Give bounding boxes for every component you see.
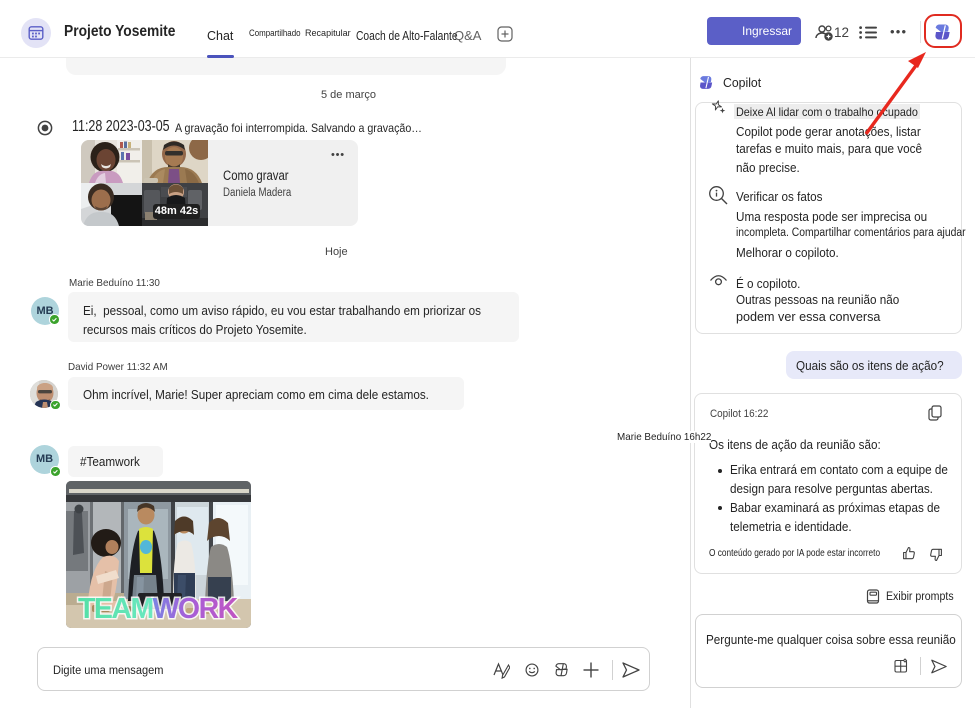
svg-text:WORK: WORK xyxy=(153,593,239,625)
svg-text:TEAM: TEAM xyxy=(78,593,153,625)
